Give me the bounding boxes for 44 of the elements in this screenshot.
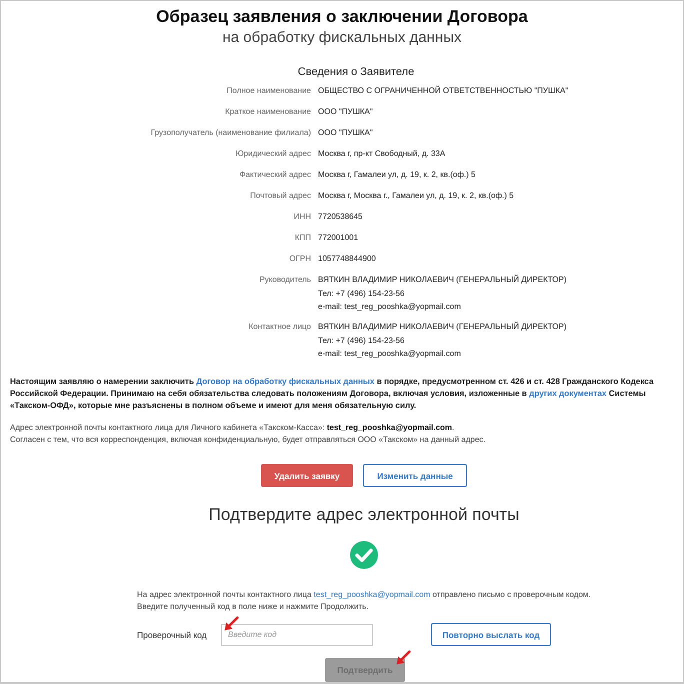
confirm-title: Подтвердите адрес электронной почты: [208, 505, 520, 525]
field-value: e-mail: test_reg_pooshka@yopmail.com: [318, 348, 462, 360]
field-label: ИНН: [292, 211, 311, 223]
field-value: 7720538645: [318, 211, 364, 223]
field-value: Москва г, Москва г., Гамалеи ул, д. 19, к. 2, кв.(оф.) 5: [318, 190, 515, 202]
field-value: ОБЩЕСТВО С ОГРАНИЧЕННОЙ ОТВЕТСТВЕННОСТЬЮ "ПУШКА": [318, 84, 570, 97]
field-value: ВЯТКИН ВЛАДИМИР НИКОЛАЕВИЧ (ГЕНЕРАЛЬНЫЙ ДИРЕКТОР): [318, 274, 568, 286]
field-label: Почтовый адрес: [249, 190, 311, 202]
resend-button[interactable]: Повторно выслать код: [431, 623, 551, 646]
field-value: 1057748844900: [318, 253, 377, 265]
action-button[interactable]: Изменить данные: [363, 464, 467, 487]
field-label: Руководитель: [258, 274, 311, 286]
field-label: ОГРН: [288, 253, 311, 265]
field-value: ООО "ПУШКА": [318, 106, 374, 118]
action-button[interactable]: Удалить заявку: [261, 464, 353, 487]
field-value: Тел: +7 (496) 154-23-56: [318, 335, 406, 347]
section-title: Сведения о Заявителе: [298, 66, 414, 78]
code-field[interactable]: Введите код: [221, 624, 373, 646]
field-label: КПП: [294, 232, 311, 244]
field-label: Грузополучатель (наименование филиала): [150, 127, 311, 139]
field-value: 772001001: [318, 232, 360, 244]
document-link[interactable]: других документах: [529, 389, 606, 398]
document-link[interactable]: Договор на обработку фискальных данных: [196, 377, 374, 386]
email-link[interactable]: test_reg_pooshka@yopmail.com: [314, 590, 430, 599]
field-label: Краткое наименование: [224, 106, 311, 118]
arrow-icon: [395, 650, 411, 666]
field-value: e-mail: test_reg_pooshka@yopmail.com: [318, 301, 462, 313]
page-title: Образец заявления о заключении Договора: [156, 7, 528, 27]
field-value: ВЯТКИН ВЛАДИМИР НИКОЛАЕВИЧ (ГЕНЕРАЛЬНЫЙ ДИРЕКТОР): [318, 320, 568, 333]
arrow-icon: [223, 616, 239, 632]
field-value: Москва г, Гамалеи ул, д. 19, к. 2, кв.(оф.) 5: [318, 169, 476, 181]
field-label: Контактное лицо: [248, 321, 311, 333]
page-subtitle: на обработку фискальных данных: [222, 29, 462, 46]
field-value: ООО "ПУШКА": [318, 127, 374, 139]
field-label: Полное наименование: [226, 85, 311, 97]
field-label: Фактический адрес: [238, 169, 311, 181]
email-note: Адрес электронной почты контактного лица для Личного кабинета «Такском-Касса»: test_reg_pooshka@yopmail.com.: [10, 422, 456, 434]
confirm-text: На адрес электронной почты контактного лица test_reg_pooshka@yopmail.com отправлено письмо с проверочным кодом. Введите полученный код в поле ниже и нажмите Продолжить.: [137, 589, 592, 613]
field-value: Тел: +7 (496) 154-23-56: [318, 288, 406, 300]
code-label: Проверочный код: [137, 630, 208, 640]
statement-text: Настоящим заявляю о намерении заключить Договор на обработку фискальных данных в порядке, предусмотренном ст. 426 и ст. 428 Гражданского Кодекса Российской Федерации. Принимаю на себя обязательства следовать положениям Договора, включая условия, изложенные в других документах Системы «Такском-ОФД», которые мне разъяснены в полном объеме и имеют для меня обязательную силу.: [9, 376, 655, 412]
field-value: Москва г, пр-кт Свободный, д. 33А: [318, 148, 446, 160]
field-label: Юридический адрес: [234, 148, 311, 160]
consent-text: Согласен с тем, что вся корреспонденция, включая конфиденциальную, будет отправляться ООО «Такском» на данный адрес.: [10, 434, 487, 446]
